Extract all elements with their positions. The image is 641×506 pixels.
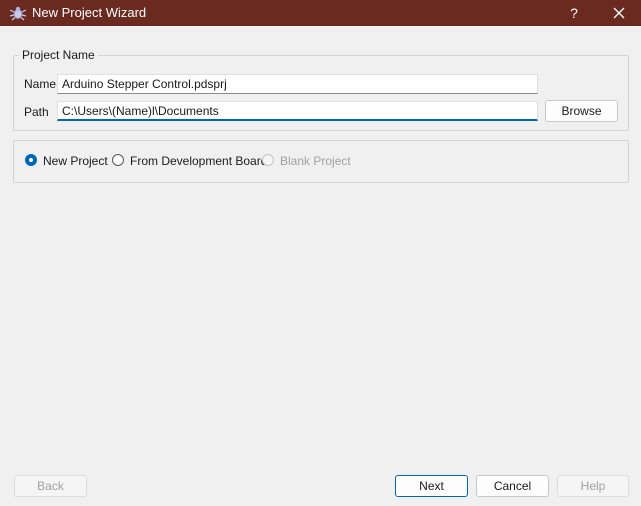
help-button: Help	[557, 475, 629, 497]
back-button: Back	[14, 475, 87, 497]
window-title: New Project Wizard	[32, 5, 147, 20]
path-field[interactable]: C:\Users\(Name)l\Documents	[57, 101, 538, 121]
radio-from-development-board[interactable]: From Development Board	[112, 154, 267, 170]
radio-new-project-label: New Project	[43, 154, 108, 168]
next-button[interactable]: Next	[395, 475, 468, 497]
path-label: Path	[24, 105, 49, 119]
title-bar: New Project Wizard ?	[0, 0, 641, 26]
cancel-button[interactable]: Cancel	[476, 475, 549, 497]
close-icon[interactable]	[606, 0, 632, 26]
name-label: Name	[24, 77, 57, 91]
browse-button[interactable]: Browse	[545, 100, 618, 122]
name-field[interactable]: Arduino Stepper Control.pdsprj	[57, 74, 538, 94]
radio-blank-project: Blank Project	[262, 154, 351, 170]
radio-checked-icon	[25, 154, 37, 166]
radio-unchecked-icon	[112, 154, 124, 166]
radio-disabled-icon	[262, 154, 274, 166]
project-name-legend: Project Name	[19, 48, 98, 62]
help-icon[interactable]: ?	[562, 0, 586, 26]
bug-icon	[9, 5, 27, 21]
radio-from-development-board-label: From Development Board	[130, 154, 268, 168]
radio-blank-project-label: Blank Project	[280, 154, 351, 168]
radio-new-project[interactable]: New Project	[25, 154, 108, 170]
